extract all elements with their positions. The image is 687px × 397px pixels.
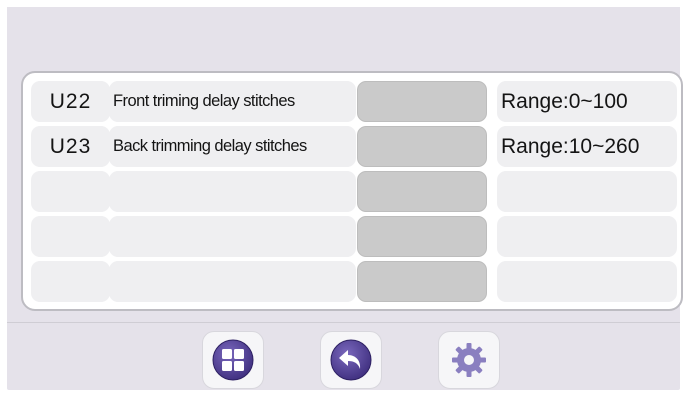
param-row-u23: U23 Back trimming delay stitches Range:1… <box>23 126 681 167</box>
top-bar <box>7 7 680 65</box>
param-description: Front triming delay stitches <box>109 81 356 122</box>
param-value-field[interactable] <box>357 81 487 122</box>
param-range <box>497 171 677 212</box>
back-button[interactable] <box>320 331 382 389</box>
param-description <box>109 216 356 257</box>
param-code <box>31 171 110 212</box>
param-value-field[interactable] <box>357 261 487 302</box>
param-range: Range:0~100 <box>497 81 677 122</box>
param-value-field[interactable] <box>357 171 487 212</box>
param-code: U22 <box>31 81 110 122</box>
param-code <box>31 261 110 302</box>
param-range: Range:10~260 <box>497 126 677 167</box>
param-code <box>31 216 110 257</box>
back-arrow-icon <box>330 339 372 381</box>
param-row-empty <box>23 216 681 257</box>
parameter-table: U22 Front triming delay stitches Range:0… <box>21 71 683 311</box>
toolbar-divider <box>7 322 680 323</box>
menu-button[interactable] <box>202 331 264 389</box>
gear-icon <box>452 343 486 377</box>
param-row-empty <box>23 171 681 212</box>
param-range <box>497 261 677 302</box>
param-description <box>109 171 356 212</box>
param-range <box>497 216 677 257</box>
grid-menu-icon <box>212 339 254 381</box>
device-screen: U22 Front triming delay stitches Range:0… <box>7 7 683 390</box>
param-description: Back trimming delay stitches <box>109 126 356 167</box>
settings-button[interactable] <box>438 331 500 389</box>
param-value-field[interactable] <box>357 126 487 167</box>
param-value-field[interactable] <box>357 216 487 257</box>
param-code: U23 <box>31 126 110 167</box>
param-row-u22: U22 Front triming delay stitches Range:0… <box>23 81 681 122</box>
param-description <box>109 261 356 302</box>
param-row-empty <box>23 261 681 302</box>
